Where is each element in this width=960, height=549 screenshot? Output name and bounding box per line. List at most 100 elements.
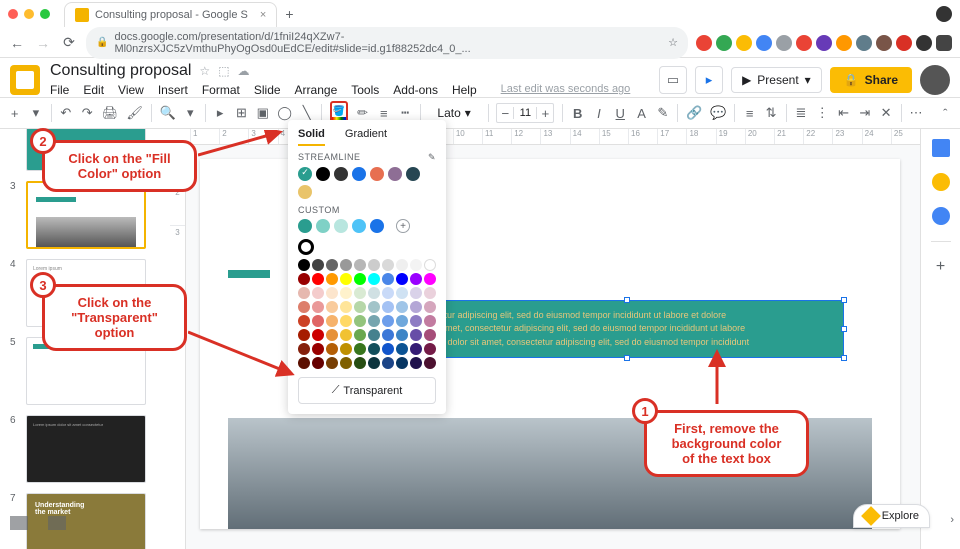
highlight-button[interactable]: ✎ [656, 102, 669, 124]
color-swatch[interactable] [340, 287, 352, 299]
color-swatch[interactable] [382, 357, 394, 369]
menu-format[interactable]: Format [202, 83, 240, 97]
color-swatch[interactable] [354, 329, 366, 341]
color-swatch[interactable] [396, 273, 408, 285]
color-swatch[interactable] [368, 273, 380, 285]
share-button[interactable]: 🔒 Share [830, 67, 912, 93]
edit-icon[interactable]: ✎ [428, 152, 436, 163]
color-swatch[interactable] [354, 315, 366, 327]
ext-icon[interactable] [936, 35, 952, 51]
menu-help[interactable]: Help [452, 83, 477, 97]
color-swatch[interactable] [312, 301, 324, 313]
paint-format-button[interactable]: 🖌 [126, 102, 143, 124]
add-custom-color[interactable]: + [396, 219, 410, 233]
select-tool[interactable]: ▸ [214, 102, 227, 124]
color-swatch[interactable] [410, 329, 422, 341]
hide-menus-button[interactable]: ˆ [939, 102, 952, 124]
comment-button[interactable]: 💬 [710, 102, 726, 124]
color-swatch[interactable] [424, 273, 436, 285]
underline-button[interactable]: U [614, 102, 627, 124]
color-swatch[interactable] [424, 259, 436, 271]
color-swatch[interactable] [410, 357, 422, 369]
color-swatch[interactable] [298, 329, 310, 341]
ext-icon[interactable] [916, 35, 932, 51]
decrease-indent-button[interactable]: ⇤ [837, 102, 850, 124]
color-swatch[interactable] [396, 329, 408, 341]
color-swatch[interactable] [298, 219, 312, 233]
color-swatch[interactable] [326, 329, 338, 341]
bold-button[interactable]: B [571, 102, 584, 124]
color-swatch[interactable] [298, 273, 310, 285]
explore-button[interactable]: Explore [853, 504, 930, 528]
link-button[interactable]: 🔗 [686, 102, 702, 124]
color-swatch[interactable] [340, 329, 352, 341]
color-swatch[interactable] [316, 219, 330, 233]
ext-icon[interactable] [856, 35, 872, 51]
color-swatch[interactable] [382, 343, 394, 355]
color-swatch[interactable] [396, 287, 408, 299]
color-swatch[interactable] [298, 357, 310, 369]
image-tool[interactable]: ▣ [256, 102, 269, 124]
color-swatch[interactable] [368, 329, 380, 341]
color-swatch[interactable] [326, 357, 338, 369]
color-swatch[interactable] [340, 343, 352, 355]
color-swatch[interactable] [326, 273, 338, 285]
color-swatch[interactable] [340, 315, 352, 327]
tasks-icon[interactable] [932, 207, 950, 225]
close-window[interactable] [8, 9, 18, 19]
color-swatch[interactable] [312, 315, 324, 327]
new-tab-button[interactable]: + [285, 6, 293, 22]
last-edit-text[interactable]: Last edit was seconds ago [501, 83, 631, 97]
color-swatch[interactable] [298, 301, 310, 313]
color-swatch[interactable] [382, 301, 394, 313]
slideshow-button[interactable]: ▸ [695, 66, 723, 94]
color-swatch[interactable] [312, 343, 324, 355]
color-swatch[interactable] [382, 287, 394, 299]
color-swatch[interactable] [298, 167, 312, 181]
color-swatch[interactable] [368, 301, 380, 313]
color-swatch[interactable] [354, 343, 366, 355]
ext-icon[interactable] [876, 35, 892, 51]
text-color-button[interactable]: A [635, 102, 648, 124]
color-swatch[interactable] [340, 273, 352, 285]
color-swatch[interactable] [354, 357, 366, 369]
color-swatch[interactable] [298, 287, 310, 299]
color-swatch[interactable] [396, 343, 408, 355]
line-spacing-button[interactable]: ⇅ [764, 102, 777, 124]
accent-bar[interactable] [228, 270, 270, 278]
ext-icon[interactable] [756, 35, 772, 51]
print-button[interactable]: 🖨 [102, 102, 119, 124]
color-swatch[interactable] [326, 287, 338, 299]
color-swatch[interactable] [298, 185, 312, 199]
address-bar[interactable]: 🔒 docs.google.com/presentation/d/1fniI24… [86, 27, 688, 59]
font-size-control[interactable]: − 11 + [496, 103, 554, 123]
color-swatch[interactable] [424, 357, 436, 369]
bulleted-list-button[interactable]: ⋮ [816, 102, 829, 124]
color-swatch[interactable] [298, 343, 310, 355]
color-swatch[interactable] [396, 301, 408, 313]
none-swatch[interactable] [298, 239, 314, 255]
move-icon[interactable]: ⬚ [218, 64, 229, 78]
color-swatch[interactable] [298, 259, 310, 271]
color-swatch[interactable] [316, 167, 330, 181]
ext-icon[interactable] [716, 35, 732, 51]
color-swatch[interactable] [410, 259, 422, 271]
keep-icon[interactable] [932, 173, 950, 191]
star-icon[interactable]: ☆ [199, 64, 210, 78]
more-button[interactable]: ⋯ [909, 102, 922, 124]
undo-button[interactable]: ↶ [59, 102, 72, 124]
color-swatch[interactable] [340, 301, 352, 313]
color-swatch[interactable] [410, 315, 422, 327]
text-box[interactable]: sectetur adipiscing elit, sed do eiusmod… [410, 300, 844, 359]
redo-button[interactable]: ↷ [81, 102, 94, 124]
color-swatch[interactable] [388, 167, 402, 181]
ext-icon[interactable] [776, 35, 792, 51]
color-swatch[interactable] [410, 287, 422, 299]
color-swatch[interactable] [410, 273, 422, 285]
color-swatch[interactable] [410, 343, 422, 355]
color-swatch[interactable] [382, 259, 394, 271]
account-avatar[interactable] [920, 65, 950, 95]
color-swatch[interactable] [352, 219, 366, 233]
color-swatch[interactable] [312, 259, 324, 271]
color-swatch[interactable] [370, 219, 384, 233]
